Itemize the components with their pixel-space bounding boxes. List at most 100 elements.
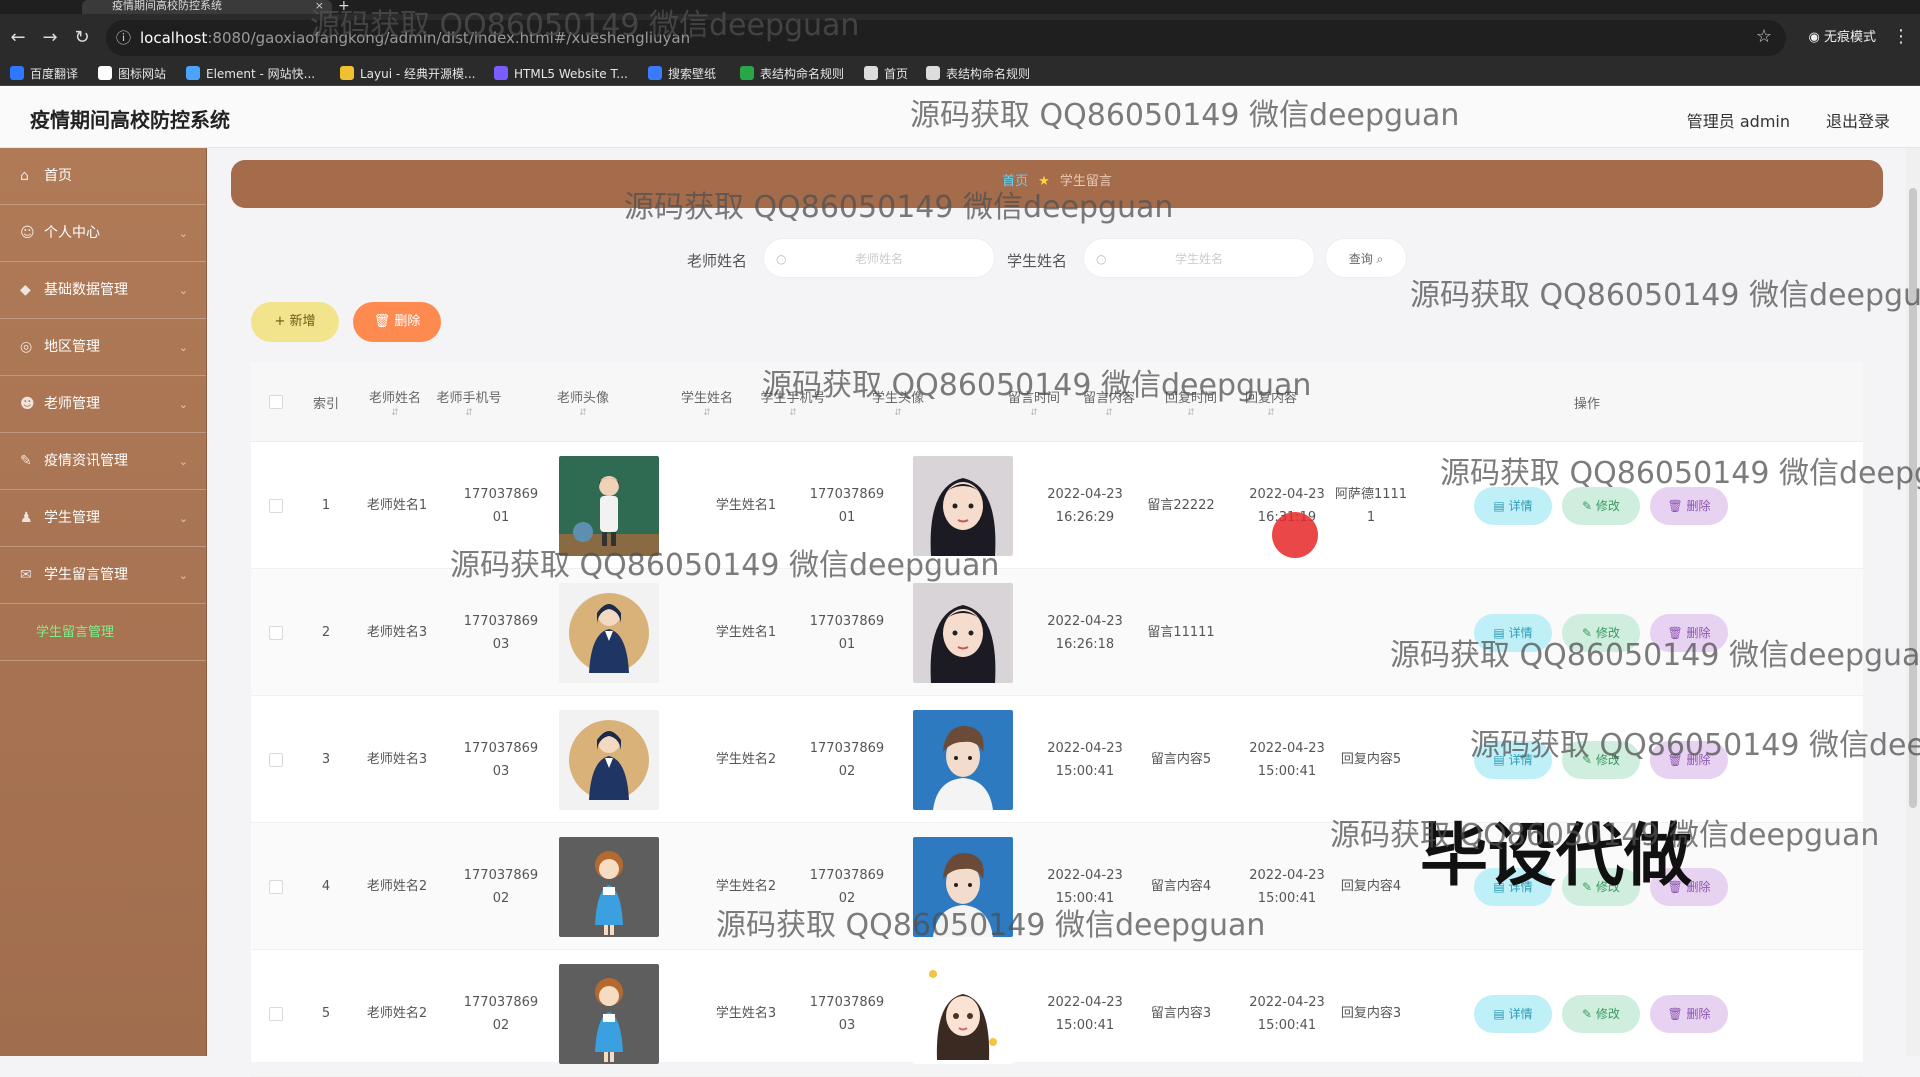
- incognito-indicator[interactable]: ◉ 无痕模式: [1809, 26, 1877, 50]
- edit-button[interactable]: ✎ 修改: [1562, 613, 1640, 652]
- bookmark-star-icon[interactable]: ☆: [1756, 26, 1772, 47]
- teacher-avatar-image[interactable]: [559, 582, 659, 683]
- checkbox[interactable]: [269, 1006, 283, 1021]
- new-tab-icon[interactable]: +: [338, 0, 350, 14]
- checkbox[interactable]: [269, 498, 283, 513]
- column-header[interactable]: 留言内容 ⇵: [1071, 362, 1147, 442]
- sort-icon[interactable]: ⇵: [465, 408, 473, 418]
- header-select-all[interactable]: [251, 362, 301, 442]
- back-icon[interactable]: ←: [6, 26, 30, 50]
- column-header[interactable]: 老师头像 ⇵: [523, 362, 643, 442]
- batch-delete-button[interactable]: 🗑 删除: [353, 302, 441, 342]
- checkbox[interactable]: [269, 395, 283, 409]
- breadcrumb-home[interactable]: 首页: [1002, 174, 1028, 189]
- student-name-input[interactable]: ○ 学生姓名: [1083, 238, 1315, 278]
- column-header[interactable]: 回复时间 ⇵: [1153, 362, 1229, 442]
- row-select[interactable]: [251, 569, 301, 696]
- bookmark-item[interactable]: 首页: [864, 62, 908, 86]
- bookmark-item[interactable]: 表结构命名规则: [740, 62, 844, 86]
- teacher-avatar-image[interactable]: [559, 836, 659, 937]
- edit-button[interactable]: ✎ 修改: [1562, 994, 1640, 1033]
- sidebar-item-news[interactable]: ✎ 疫情资讯管理 ⌄: [0, 433, 206, 490]
- row-select[interactable]: [251, 696, 301, 823]
- bookmark-item[interactable]: 图标网站: [98, 62, 166, 86]
- sort-icon[interactable]: ⇵: [391, 408, 399, 418]
- delete-button[interactable]: 🗑 删除: [1650, 994, 1728, 1033]
- info-icon[interactable]: ⓘ: [116, 20, 131, 56]
- student-avatar-image[interactable]: [913, 709, 1013, 810]
- detail-button[interactable]: ▤ 详情: [1474, 994, 1552, 1033]
- teacher-name-input[interactable]: ○ 老师姓名: [763, 238, 995, 278]
- sort-icon[interactable]: ⇵: [894, 408, 902, 418]
- column-header[interactable]: 老师手机号 ⇵: [419, 362, 519, 442]
- cell-text: 学生姓名2: [715, 879, 777, 894]
- scroll-thumb[interactable]: [1909, 188, 1917, 808]
- browser-menu-icon[interactable]: ⋮: [1892, 26, 1910, 47]
- sort-icon[interactable]: ⇵: [579, 408, 587, 418]
- checkbox[interactable]: [269, 879, 283, 894]
- student-avatar-image[interactable]: [913, 582, 1013, 683]
- trash-icon: 🗑: [1667, 625, 1687, 640]
- delete-button[interactable]: 🗑 删除: [1650, 486, 1728, 525]
- teacher-avatar-image[interactable]: [559, 455, 659, 556]
- table-row: 1 老师姓名1 17703786901 学生姓名1 17703786901 2022-04…: [251, 442, 1863, 569]
- sidebar-item-message[interactable]: ✉ 学生留言管理 ⌄: [0, 547, 206, 604]
- sidebar-item-user[interactable]: ☺ 个人中心 ⌄: [0, 205, 206, 262]
- add-button[interactable]: + 新增: [251, 302, 339, 342]
- cell-text: 2: [321, 625, 331, 640]
- delete-button[interactable]: 🗑 删除: [1650, 740, 1728, 779]
- teacher-avatar-image[interactable]: [559, 963, 659, 1064]
- sort-icon[interactable]: ⇵: [1105, 408, 1113, 418]
- sidebar-item-teacher[interactable]: ☻ 老师管理 ⌄: [0, 376, 206, 433]
- checkbox[interactable]: [269, 752, 283, 767]
- row-select[interactable]: [251, 442, 301, 569]
- sort-icon[interactable]: ⇵: [703, 408, 711, 418]
- detail-button[interactable]: ▤ 详情: [1474, 740, 1552, 779]
- student-avatar-image[interactable]: [913, 836, 1013, 937]
- reload-icon[interactable]: ↻: [70, 26, 94, 50]
- tab-close-icon[interactable]: ×: [315, 0, 324, 12]
- detail-button[interactable]: ▤ 详情: [1474, 486, 1552, 525]
- column-header[interactable]: 回复内容 ⇵: [1233, 362, 1309, 442]
- checkbox[interactable]: [269, 625, 283, 640]
- column-header[interactable]: 学生姓名 ⇵: [663, 362, 751, 442]
- cell-content: 留言内容4: [1131, 823, 1231, 950]
- bookmark-item[interactable]: 表结构命名规则: [926, 62, 1030, 86]
- logout-link[interactable]: 退出登录: [1826, 108, 1890, 132]
- pencil-icon: ✎: [1582, 498, 1596, 513]
- row-select[interactable]: [251, 823, 301, 950]
- sidebar-item-student[interactable]: ♟ 学生管理 ⌄: [0, 490, 206, 547]
- sort-icon[interactable]: ⇵: [789, 408, 797, 418]
- edit-button[interactable]: ✎ 修改: [1562, 486, 1640, 525]
- student-avatar-image[interactable]: [913, 455, 1013, 556]
- address-bar[interactable]: ⓘ localhost:8080/gaoxiaofangkong/admin/d…: [106, 20, 1786, 56]
- column-header[interactable]: 学生头像 ⇵: [823, 362, 973, 442]
- cell-text: 学生姓名2: [715, 752, 777, 767]
- avatar-cell: [913, 442, 1013, 569]
- bookmark-item[interactable]: Layui - 经典开源模...: [340, 62, 475, 86]
- sidebar-item-map[interactable]: ◎ 地区管理 ⌄: [0, 319, 206, 376]
- teacher-avatar-image[interactable]: [559, 709, 659, 810]
- bookmark-item[interactable]: Element - 网站快...: [186, 62, 315, 86]
- column-header[interactable]: 索引: [301, 362, 351, 442]
- query-button[interactable]: 查询 ⌕: [1325, 238, 1407, 278]
- sort-icon[interactable]: ⇵: [1267, 408, 1275, 418]
- sort-icon[interactable]: ⇵: [1187, 408, 1195, 418]
- sidebar-item-data[interactable]: ◆ 基础数据管理 ⌄: [0, 262, 206, 319]
- student-avatar-image[interactable]: [913, 963, 1013, 1064]
- sidebar-item-home[interactable]: ⌂ 首页: [0, 148, 206, 205]
- cell-teacher: 老师姓名2: [347, 950, 447, 1077]
- bookmark-item[interactable]: HTML5 Website T...: [494, 62, 628, 86]
- browser-tab[interactable]: 疫情期间高校防控系统 ×: [82, 0, 332, 14]
- bookmark-item[interactable]: 搜索壁纸: [648, 62, 716, 86]
- bookmark-icon: [864, 66, 878, 80]
- delete-button[interactable]: 🗑 删除: [1650, 613, 1728, 652]
- forward-icon[interactable]: →: [38, 26, 62, 50]
- page-scrollbar[interactable]: [1906, 148, 1920, 1056]
- detail-button[interactable]: ▤ 详情: [1474, 613, 1552, 652]
- row-select[interactable]: [251, 950, 301, 1077]
- sidebar-subitem-message-manage[interactable]: 学生留言管理: [0, 604, 206, 661]
- edit-button[interactable]: ✎ 修改: [1562, 740, 1640, 779]
- bookmark-item[interactable]: 百度翻译: [10, 62, 78, 86]
- sort-icon[interactable]: ⇵: [1030, 408, 1038, 418]
